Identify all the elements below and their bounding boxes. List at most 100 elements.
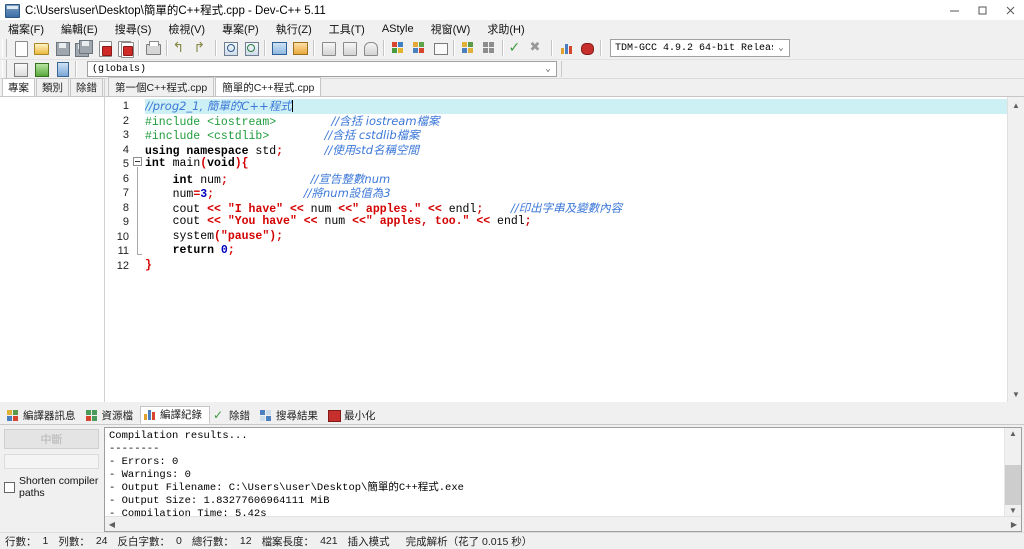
profile-icon[interactable]	[555, 38, 576, 58]
undo-icon[interactable]: ↰	[170, 38, 191, 58]
code-line[interactable]: int num; //宣告整數num	[145, 172, 1007, 187]
code-folding-column[interactable]	[132, 97, 145, 402]
log-scroll-right-icon[interactable]: ▶	[1007, 517, 1021, 531]
fold-range-line	[137, 167, 142, 255]
editor-vertical-scrollbar[interactable]: ▲ ▼	[1007, 97, 1024, 402]
menu-item-0[interactable]: 檔案(F)	[8, 21, 53, 37]
abort-button[interactable]: 中斷	[4, 429, 99, 449]
goto-function-icon[interactable]	[289, 38, 310, 58]
minimize-button[interactable]	[940, 0, 968, 20]
close-all-icon[interactable]	[114, 38, 135, 58]
browse-back-icon[interactable]	[9, 59, 30, 79]
open-file-icon[interactable]	[30, 38, 51, 58]
menu-item-5[interactable]: 執行(Z)	[276, 21, 321, 37]
project-tree[interactable]	[0, 96, 104, 402]
code-line[interactable]: //prog2_1, 簡單的C++程式	[145, 99, 1007, 114]
editor-tab-1[interactable]: 簡單的C++程式.cpp	[215, 77, 322, 96]
menu-item-6[interactable]: 工具(T)	[329, 21, 374, 37]
menu-item-8[interactable]: 視窗(W)	[431, 21, 480, 37]
toggle-panel-icon[interactable]	[51, 59, 72, 79]
log-scroll-thumb[interactable]	[1005, 465, 1021, 505]
replace-icon[interactable]	[240, 38, 261, 58]
back-icon[interactable]	[317, 38, 338, 58]
log-scroll-down-icon[interactable]: ▼	[1005, 505, 1021, 516]
view-toggle-icon[interactable]	[429, 38, 450, 58]
toolbar2-grip[interactable]	[2, 60, 7, 78]
project-tab-2[interactable]: 除錯	[70, 78, 103, 96]
project-tab-0[interactable]: 專案	[2, 78, 35, 96]
code-line[interactable]: using namespace std; //使用std名稱空間	[145, 143, 1007, 158]
project-tab-1[interactable]: 類別	[36, 78, 69, 96]
menu-item-4[interactable]: 專案(P)	[222, 21, 268, 37]
grid2-icon[interactable]	[478, 38, 499, 58]
bottom-tab-3[interactable]: ✓ 除錯	[210, 407, 257, 424]
editor-tab-0[interactable]: 第一個C++程式.cpp	[108, 77, 215, 96]
scroll-up-icon[interactable]: ▲	[1008, 97, 1024, 113]
menu-item-9[interactable]: 求助(H)	[487, 21, 533, 37]
scroll-track[interactable]	[1008, 113, 1024, 386]
log-scroll-up-icon[interactable]: ▲	[1005, 428, 1021, 439]
bottom-tab-0[interactable]: 編譯器訊息	[4, 407, 83, 424]
code-line[interactable]: system("pause");	[145, 230, 1007, 245]
log-scroll-left-icon[interactable]: ◀	[105, 517, 119, 531]
bottom-tab-5[interactable]: 最小化	[325, 407, 383, 424]
line-number: 7	[122, 187, 129, 199]
code-token: <iostream>	[207, 115, 277, 129]
bottom-tab-2[interactable]: 編譯紀錄	[140, 406, 210, 424]
log-hscroll-track[interactable]	[119, 517, 1007, 531]
forward-icon[interactable]	[338, 38, 359, 58]
stop-icon[interactable]: ✖	[527, 38, 548, 58]
scope-dropdown[interactable]: (globals) ⌄	[87, 61, 557, 77]
menu-item-2[interactable]: 搜尋(S)	[115, 21, 161, 37]
code-token: main	[172, 157, 201, 170]
redo-icon[interactable]: ↱	[191, 38, 212, 58]
code-line[interactable]: cout << "I have" << num <<" apples." << …	[145, 201, 1007, 216]
close-file-icon[interactable]	[93, 38, 114, 58]
save-all-icon[interactable]	[72, 38, 93, 58]
compiler-set-dropdown[interactable]: TDM-GCC 4.9.2 64-bit Release ⌄	[610, 39, 790, 57]
compile-log-text[interactable]: Compilation results... -------- - Errors…	[105, 428, 1004, 516]
code-line[interactable]: }	[145, 259, 1007, 274]
code-line[interactable]: #include <iostream> //含括 iostream檔案	[145, 114, 1007, 129]
bottom-tab-4[interactable]: 搜尋結果	[257, 407, 325, 424]
log-scroll-track[interactable]	[1005, 439, 1021, 505]
goto-line-icon[interactable]	[268, 38, 289, 58]
print-icon[interactable]	[142, 38, 163, 58]
grid-icon[interactable]	[457, 38, 478, 58]
bookmark-icon[interactable]	[359, 38, 380, 58]
code-editor[interactable]: 1 2 3 4 5 6 7 8 9 10 11 12 //prog2_1, 簡單的C++程式 #incl…	[105, 97, 1007, 402]
shorten-paths-row[interactable]: Shorten compiler paths	[4, 475, 101, 499]
debug-icon[interactable]	[576, 38, 597, 58]
code-line[interactable]: #include <cstdlib> //含括 cstdlib檔案	[145, 128, 1007, 143]
maximize-button[interactable]	[968, 0, 996, 20]
insert-snippet-icon[interactable]	[30, 59, 51, 79]
find-icon[interactable]	[219, 38, 240, 58]
toolbar-separator	[600, 40, 601, 56]
project-options-icon[interactable]	[408, 38, 429, 58]
code-line[interactable]: cout << "You have" << num <<" apples, to…	[145, 215, 1007, 230]
save-icon[interactable]	[51, 38, 72, 58]
log-horizontal-scrollbar[interactable]: ◀ ▶	[105, 516, 1021, 531]
compile-icon[interactable]: ✓	[506, 38, 527, 58]
debug-check-icon: ✓	[213, 407, 224, 422]
close-button[interactable]	[996, 0, 1024, 20]
toolbar-grip[interactable]	[2, 39, 7, 57]
scroll-down-icon[interactable]: ▼	[1008, 386, 1024, 402]
shorten-paths-checkbox[interactable]	[4, 481, 15, 493]
code-lines[interactable]: //prog2_1, 簡單的C++程式 #include <iostream> /…	[145, 97, 1007, 402]
new-project-icon[interactable]	[387, 38, 408, 58]
code-line[interactable]: num=3; //將num設值為3	[145, 186, 1007, 201]
code-line[interactable]: return 0;	[145, 244, 1007, 259]
bottom-tab-1[interactable]: 資源檔	[83, 407, 141, 424]
fold-toggle-icon[interactable]	[133, 157, 142, 166]
bottom-tab-label: 除錯	[229, 409, 250, 422]
new-file-icon[interactable]	[9, 38, 30, 58]
menu-item-7[interactable]: AStyle	[382, 23, 423, 35]
menu-item-3[interactable]: 檢視(V)	[168, 21, 214, 37]
code-line[interactable]: int main(void){	[145, 157, 1007, 172]
code-token: num	[317, 215, 353, 228]
code-token: " apples, too."	[365, 215, 470, 228]
log-vertical-scrollbar[interactable]: ▲ ▼	[1004, 428, 1021, 516]
menu-item-1[interactable]: 編輯(E)	[61, 21, 107, 37]
